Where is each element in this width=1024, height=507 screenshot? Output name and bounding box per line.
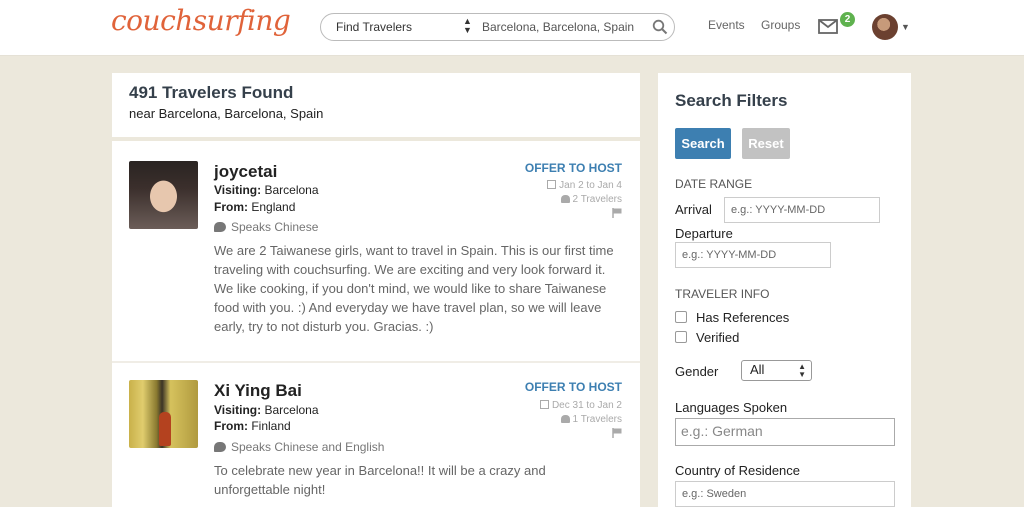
card-divider (112, 361, 640, 363)
has-references-checkbox[interactable] (675, 311, 687, 323)
languages-input[interactable]: e.g.: German (675, 418, 895, 446)
filters-title: Search Filters (675, 91, 788, 110)
select-arrows-icon: ▲ ▼ (798, 362, 806, 379)
date-range-heading: DATE RANGE (675, 177, 753, 191)
results-panel: 491 Travelers Found near Barcelona, Barc… (112, 73, 640, 507)
results-count-title: 491 Travelers Found (129, 83, 294, 102)
travel-dates: Dec 31 to Jan 2 (539, 400, 622, 411)
user-avatar[interactable] (872, 14, 898, 40)
verified-checkbox[interactable] (675, 331, 687, 343)
search-location-input[interactable]: Barcelona, Barcelona, Spain (482, 20, 634, 34)
flag-icon[interactable] (612, 208, 622, 218)
people-icon (560, 195, 570, 203)
flag-icon[interactable] (612, 428, 622, 438)
arrival-input[interactable]: e.g.: YYYY-MM-DD (724, 197, 880, 223)
offer-to-host-link[interactable]: OFFER TO HOST (525, 380, 622, 394)
reset-button[interactable]: Reset (742, 128, 790, 159)
traveler-description: To celebrate new year in Barcelona!! It … (214, 463, 546, 497)
chevron-down-icon[interactable]: ▼ (901, 22, 910, 32)
search-type-select[interactable]: Find Travelers (336, 20, 412, 34)
gender-label: Gender (675, 364, 719, 379)
results-location-subtitle: near Barcelona, Barcelona, Spain (129, 106, 324, 121)
traveler-info-heading: TRAVELER INFO (675, 287, 770, 301)
nav-groups-link[interactable]: Groups (761, 18, 800, 32)
traveler-visiting: Visiting: Barcelona (214, 403, 319, 417)
people-icon (560, 415, 570, 423)
top-header: couchsurfing Find Travelers ▲ ▼ Barcelona… (0, 0, 1024, 56)
mail-icon[interactable] (818, 19, 838, 34)
traveler-from: From: England (214, 200, 296, 214)
select-arrows-icon[interactable]: ▲ ▼ (463, 17, 472, 35)
traveler-count: 1 Travelers (560, 414, 622, 425)
traveler-description: We are 2 Taiwanese girls, want to travel… (214, 243, 614, 334)
calendar-icon (547, 180, 557, 189)
results-header: 491 Travelers Found near Barcelona, Barc… (112, 73, 640, 141)
traveler-photo[interactable] (129, 380, 198, 448)
search-icon[interactable] (652, 19, 668, 35)
traveler-languages: Speaks Chinese and English (214, 440, 384, 454)
departure-input[interactable]: e.g.: YYYY-MM-DD (675, 242, 831, 268)
calendar-icon (539, 400, 549, 409)
traveler-name[interactable]: Xi Ying Bai (214, 381, 302, 401)
traveler-count: 2 Travelers (560, 194, 622, 205)
couchsurfing-logo[interactable]: couchsurfing (111, 4, 291, 37)
search-bar: Find Travelers ▲ ▼ Barcelona, Barcelona, … (320, 13, 675, 41)
traveler-visiting: Visiting: Barcelona (214, 183, 319, 197)
languages-label: Languages Spoken (675, 400, 788, 415)
country-label: Country of Residence (675, 463, 801, 478)
country-input[interactable]: e.g.: Sweden (675, 481, 895, 507)
speech-bubble-icon (214, 222, 226, 232)
traveler-from: From: Finland (214, 419, 291, 433)
traveler-photo[interactable] (129, 161, 198, 229)
gender-select[interactable]: All ▲ ▼ (741, 360, 812, 381)
travel-dates: Jan 2 to Jan 4 (547, 180, 622, 191)
search-filters-panel: Search Filters Search Reset DATE RANGE A… (658, 73, 911, 507)
search-button[interactable]: Search (675, 128, 731, 159)
verified-label: Verified (696, 330, 740, 345)
traveler-name[interactable]: joycetai (214, 162, 277, 182)
traveler-languages: Speaks Chinese (214, 220, 318, 234)
nav-events-link[interactable]: Events (708, 18, 745, 32)
speech-bubble-icon (214, 442, 226, 452)
offer-to-host-link[interactable]: OFFER TO HOST (525, 161, 622, 175)
departure-label: Departure (675, 226, 733, 241)
arrival-label: Arrival (675, 202, 712, 217)
has-references-label: Has References (696, 310, 790, 325)
mail-count-badge: 2 (840, 12, 855, 27)
